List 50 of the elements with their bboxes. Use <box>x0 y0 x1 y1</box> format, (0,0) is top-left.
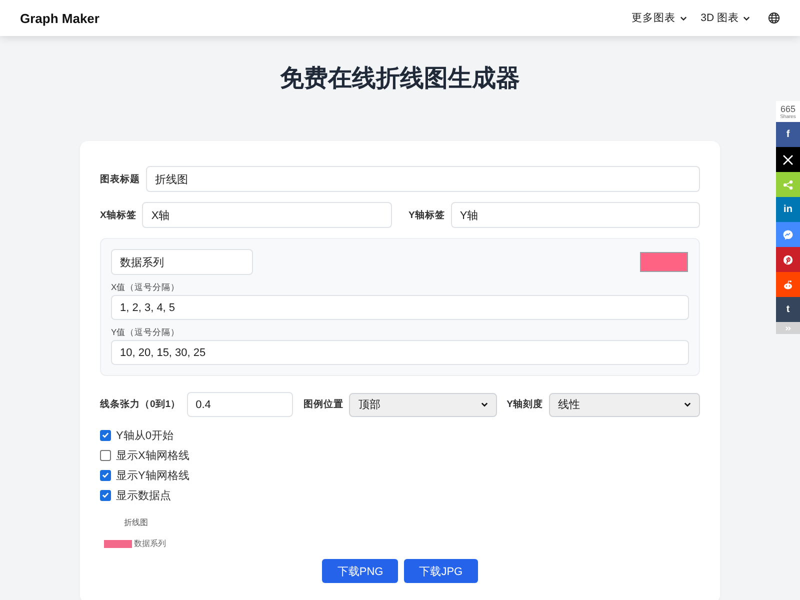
color-swatch-icon[interactable] <box>640 252 688 272</box>
social-share-button[interactable]: t <box>776 297 800 322</box>
text-input[interactable]: 1, 2, 3, 4, 5 <box>111 295 689 320</box>
double-chevron-icon <box>784 326 792 330</box>
field-label: X值（逗号分隔） <box>111 282 181 293</box>
checkbox[interactable] <box>100 470 111 480</box>
text-input[interactable]: Y轴 <box>450 202 700 228</box>
field-label: 线条张力（0到1） <box>100 398 181 411</box>
globe-icon[interactable] <box>768 12 780 24</box>
chevron-down-icon <box>743 16 750 20</box>
field-label: 图例位置 <box>303 398 344 411</box>
cross-logo-icon <box>783 154 793 164</box>
chart-title: 折线图 <box>124 517 149 529</box>
text-input[interactable]: 10, 20, 15, 30, 25 <box>111 340 689 365</box>
download-button[interactable]: 下载PNG <box>322 559 398 583</box>
field-label: 图表标题 <box>100 172 140 186</box>
checkbox[interactable] <box>100 450 111 460</box>
alien-head-icon <box>783 280 793 290</box>
dropdown-select[interactable]: 顶部 <box>349 392 497 416</box>
chat-bubble-icon <box>783 230 793 240</box>
checkbox-label[interactable]: 显示Y轴网格线 <box>116 468 190 482</box>
checkbox[interactable] <box>100 490 111 500</box>
field-label: Y值（逗号分隔） <box>111 327 181 338</box>
field-label: Y轴刻度 <box>506 398 543 411</box>
field-label: Y轴标签 <box>408 208 445 222</box>
share-count: 665 <box>780 104 796 114</box>
text-input[interactable]: 折线图 <box>146 166 700 192</box>
pin-logo-icon <box>783 254 793 264</box>
checkbox[interactable] <box>100 430 111 440</box>
nav-dropdown[interactable]: 3D 图表 <box>698 11 752 25</box>
checkbox-label[interactable]: 显示X轴网格线 <box>116 448 190 462</box>
share-icon <box>783 180 793 190</box>
social-share-button[interactable]: f <box>776 122 800 147</box>
nav-dropdown[interactable]: 更多图表 <box>630 11 689 25</box>
page-title: 免费在线折线图生成器 <box>279 64 521 94</box>
checkbox-label[interactable]: 显示数据点 <box>116 488 171 502</box>
social-share-button[interactable]: in <box>776 197 800 222</box>
social-share-button[interactable] <box>776 147 800 172</box>
legend-label: 数据系列 <box>134 539 166 549</box>
chevron-down-icon <box>684 402 691 407</box>
field-label: X轴标签 <box>100 208 136 222</box>
download-button[interactable]: 下载JPG <box>404 559 478 583</box>
brand-name[interactable]: Graph Maker <box>20 10 100 26</box>
chevron-down-icon <box>680 16 687 20</box>
checkbox-label[interactable]: Y轴从0开始 <box>116 428 174 442</box>
chevron-down-icon <box>480 402 488 407</box>
number-input[interactable]: 0.4 <box>186 392 294 417</box>
dropdown-select[interactable]: 线性 <box>549 392 700 416</box>
text-input[interactable]: X轴 <box>142 202 392 228</box>
series-name-input[interactable]: 数据系列 <box>111 249 253 275</box>
